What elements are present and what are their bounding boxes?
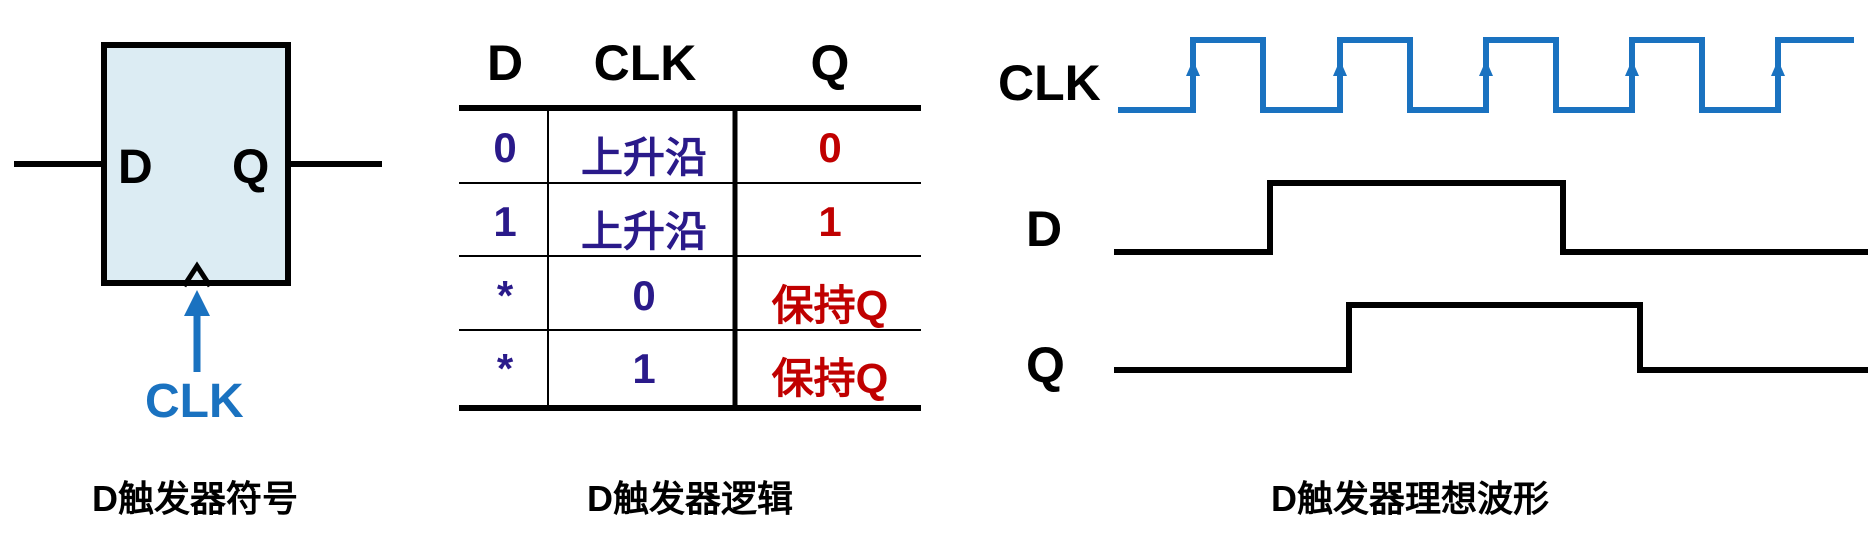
symbol-q-label: Q: [232, 141, 270, 194]
clock-arrow-head-icon: [184, 290, 210, 316]
rising-edge-arrow-icon: [1333, 60, 1347, 76]
wave-label-q: Q: [1026, 337, 1065, 393]
table-cell: 1: [632, 345, 656, 392]
table-cell: *: [496, 272, 514, 319]
q-waveform: [1114, 302, 1868, 373]
rising-edge-arrow-icon: [1186, 60, 1200, 76]
table-cell: 0: [632, 272, 656, 319]
table-caption: D触发器逻辑: [587, 478, 793, 519]
symbol-d-label: D: [118, 141, 153, 194]
wave-label-d: D: [1026, 201, 1063, 257]
table-cell: 保持Q: [771, 355, 889, 402]
table-cell: 1: [493, 198, 517, 245]
d-waveform: [1114, 180, 1868, 255]
table-cell: 0: [493, 124, 517, 171]
wave-label-clk: CLK: [998, 55, 1101, 111]
diagram-lines: [14, 37, 1868, 411]
table-cell: 0: [818, 124, 842, 171]
rising-edge-arrow-icon: [1479, 60, 1493, 76]
table-cell: *: [496, 345, 514, 392]
table-header-q: Q: [810, 35, 850, 91]
table-cell: 上升沿: [580, 208, 707, 255]
table-cell: 1: [818, 198, 842, 245]
rising-edge-arrow-icon: [1771, 60, 1785, 76]
clk-rising-edge-arrows: [1186, 60, 1785, 76]
table-header-clk: CLK: [593, 35, 697, 91]
waveform-caption: D触发器理想波形: [1271, 478, 1549, 519]
table-cell: 上升沿: [580, 134, 707, 181]
symbol-caption: D触发器符号: [92, 478, 298, 519]
rising-edge-arrow-icon: [1625, 60, 1639, 76]
symbol-clk-label: CLK: [145, 375, 244, 428]
table-cell: 保持Q: [771, 282, 889, 329]
clock-triangle-icon: [181, 261, 213, 288]
table-header-d: D: [486, 35, 524, 91]
